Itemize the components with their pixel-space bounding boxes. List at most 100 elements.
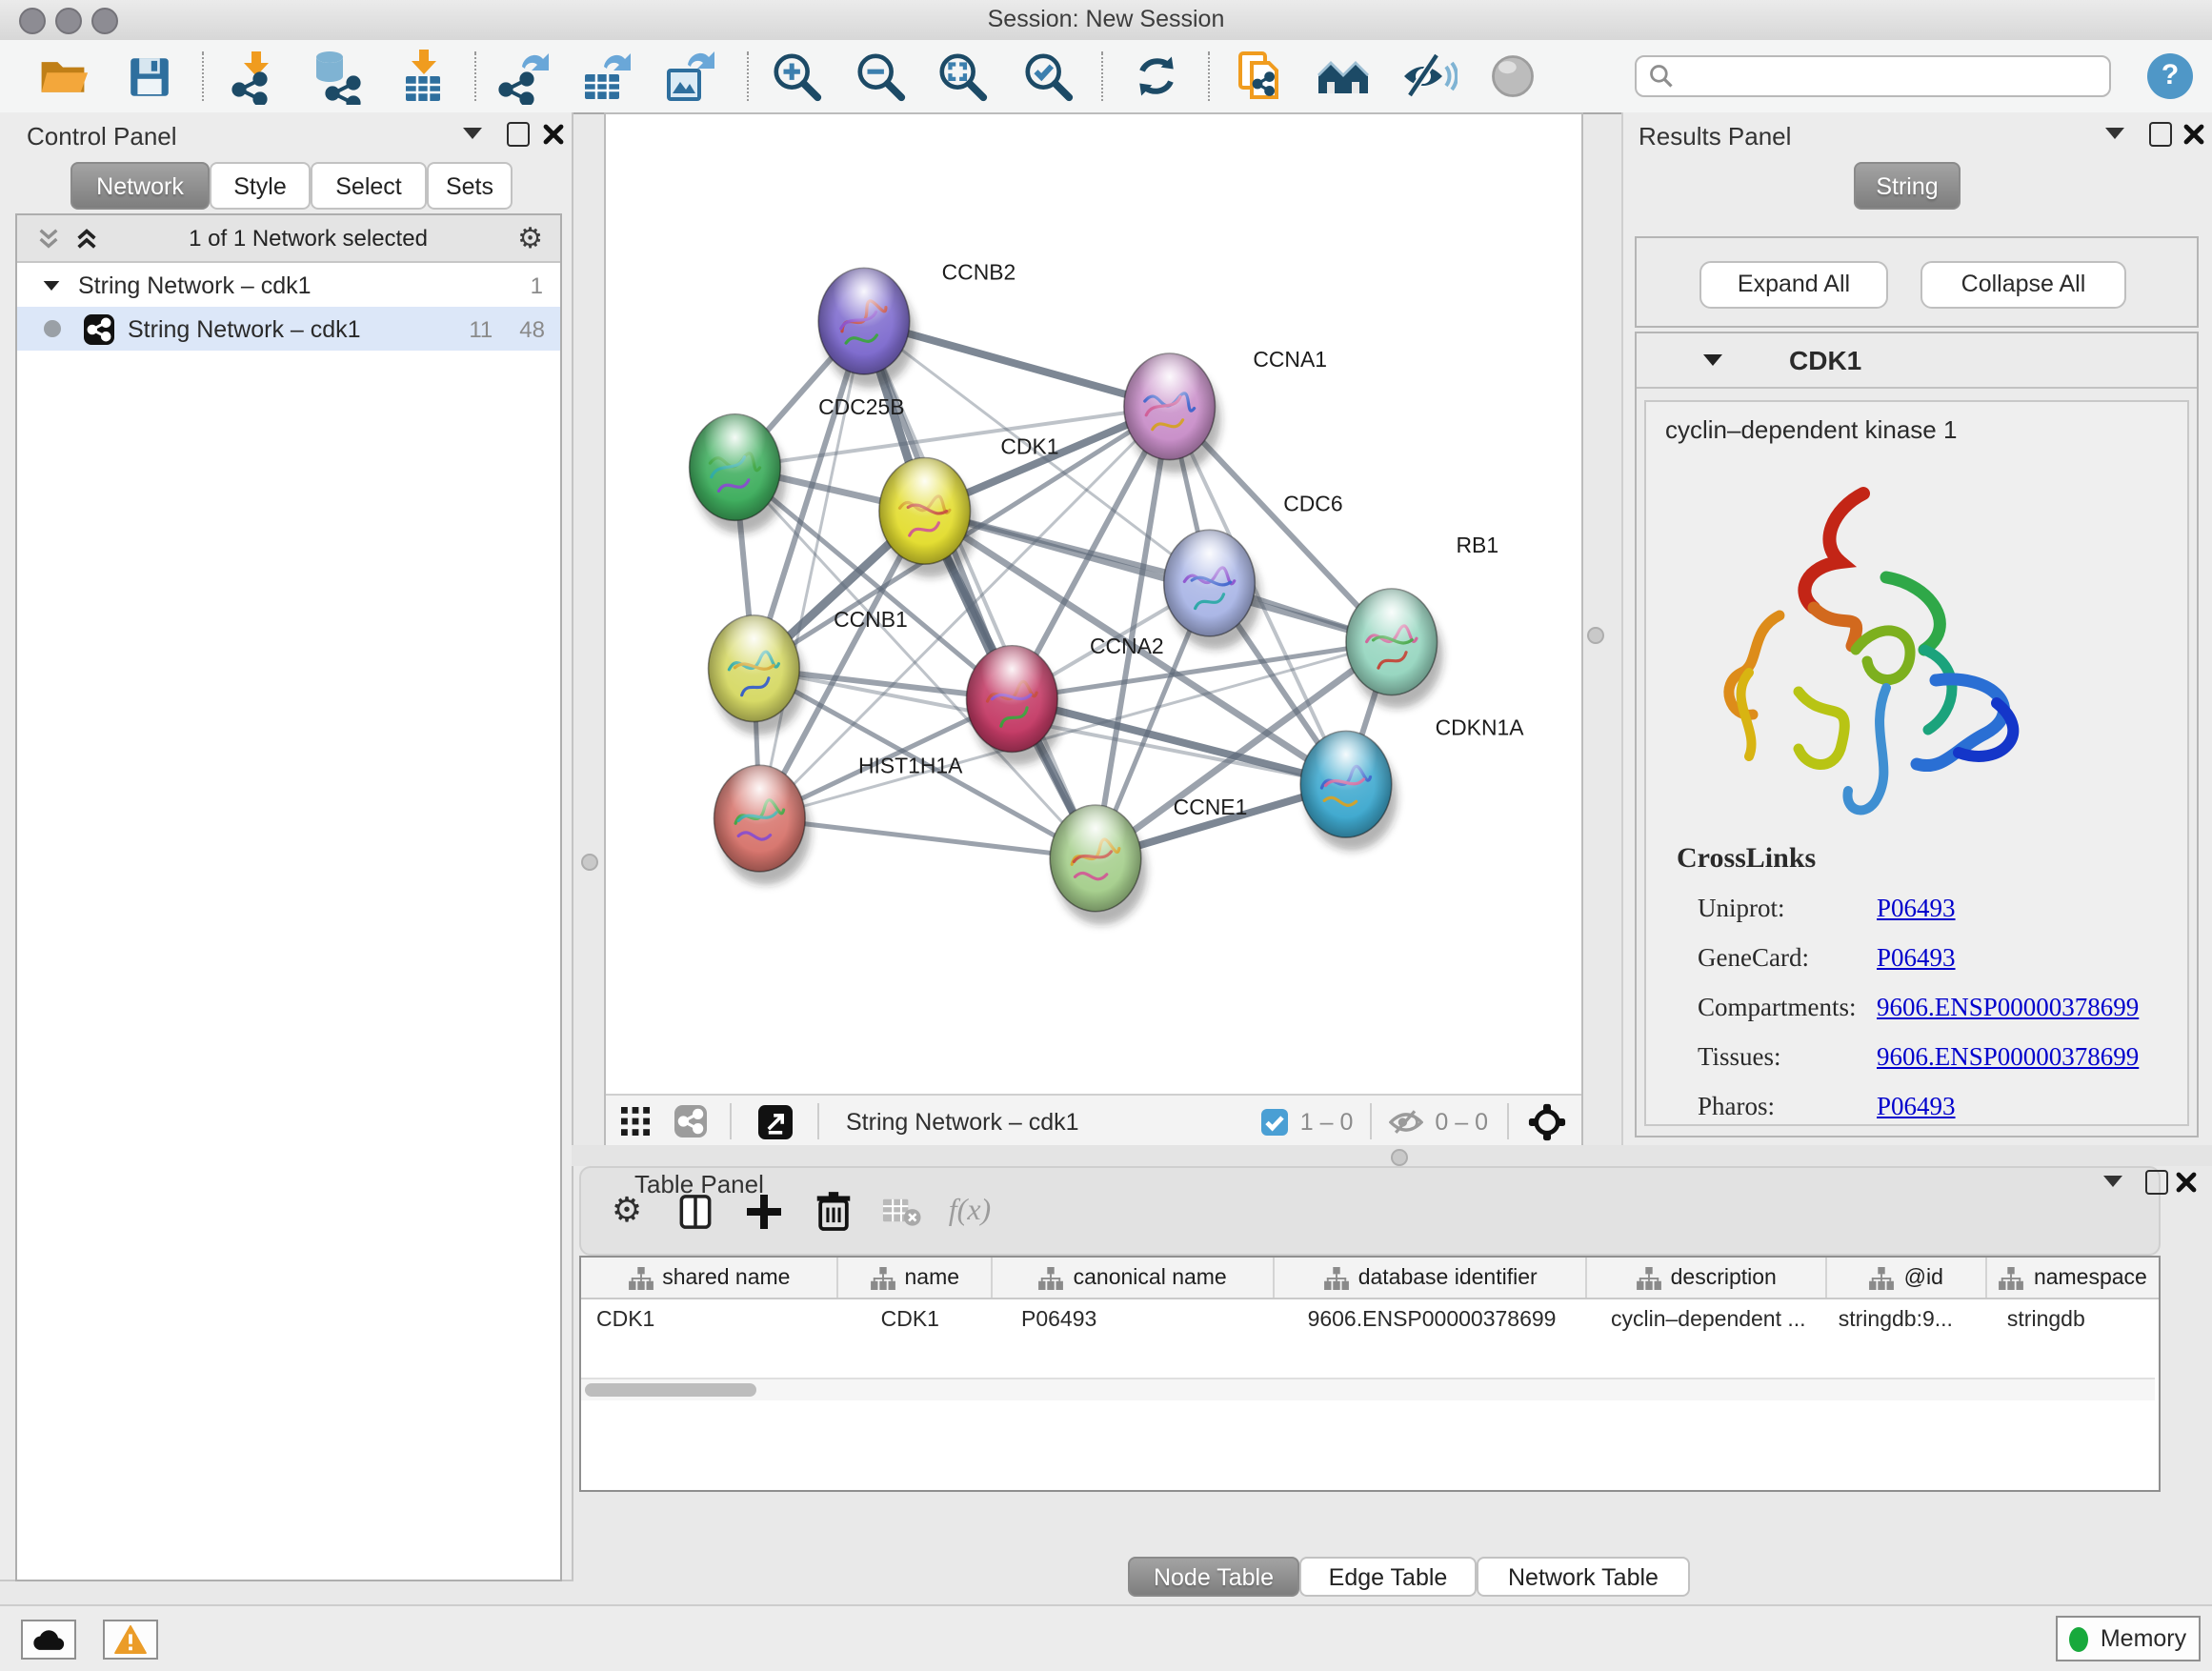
clone-network-button[interactable] [1231,46,1292,107]
zoom-window-button[interactable] [91,8,118,34]
section-collapse-icon[interactable] [1701,352,1724,368]
right-splitter-handle[interactable] [1587,627,1604,644]
import-network-database-button[interactable] [307,46,368,107]
tab-select[interactable]: Select [311,162,427,210]
network-node-CCNE1[interactable] [1050,805,1147,925]
show-graphics-details-button[interactable] [1482,46,1543,107]
scrollbar-thumb[interactable] [585,1383,756,1397]
column-header-shared-name[interactable]: shared name [581,1258,839,1298]
zoom-in-button[interactable] [766,46,827,107]
birdseye-grid-icon[interactable] [621,1107,650,1136]
open-session-button[interactable] [32,46,93,107]
results-panel-menu-icon[interactable] [2103,126,2126,141]
horizontal-splitter[interactable] [572,1145,2212,1166]
collapse-all-chevron-icon[interactable] [36,226,61,251]
table-panel-menu-icon[interactable] [2101,1174,2124,1189]
zoom-in-icon [769,49,824,104]
left-splitter-handle[interactable] [581,854,598,871]
control-panel-menu-icon[interactable] [461,126,484,141]
network-view: CCNB2CCNA1CDC25BCDK1CDC6RB1CCNB1CCNA2CDK… [604,112,1583,1145]
expand-all-chevron-icon[interactable] [74,226,99,251]
crosslink-compartments-link[interactable]: 9606.ENSP00000378699 [1877,993,2139,1023]
tab-network[interactable]: Network [70,162,210,210]
cloud-status-button[interactable] [21,1620,76,1660]
export-image-button[interactable] [657,46,718,107]
column-header-id[interactable]: @id [1827,1258,1988,1298]
network-node-CDK1[interactable] [879,458,976,578]
gene-section-box: CDK1 cyclin–dependent kinase 1 [1635,332,2199,1137]
gene-section-header[interactable]: CDK1 [1637,333,2197,389]
network-collection-row[interactable]: String Network – cdk1 1 [17,263,560,307]
zoom-fit-button[interactable] [932,46,993,107]
zoom-selected-button[interactable] [1017,46,1078,107]
export-network-button[interactable] [492,46,553,107]
control-panel-float-icon[interactable] [507,122,530,147]
save-session-button[interactable] [118,46,179,107]
network-canvas[interactable]: CCNB2CCNA1CDC25BCDK1CDC6RB1CCNB1CCNA2CDK… [606,114,1581,1094]
search-field[interactable] [1635,55,2111,97]
tab-network-table[interactable]: Network Table [1477,1557,1690,1597]
collection-count: 1 [531,272,543,298]
network-node-RB1[interactable] [1346,589,1443,709]
gear-icon[interactable]: ⚙ [517,224,543,252]
network-node-CDC25B[interactable] [690,414,787,534]
expand-all-button[interactable]: Expand All [1699,261,1888,309]
crosslink-genecard-link[interactable]: P06493 [1877,943,1956,974]
results-panel-float-icon[interactable] [2149,122,2172,147]
crosslink-label: Uniprot: [1698,894,1877,924]
zoom-out-button[interactable] [850,46,911,107]
column-header-description[interactable]: description [1588,1258,1827,1298]
toolbar-separator [202,51,204,101]
table-panel-close-icon[interactable] [2176,1172,2197,1193]
results-panel-close-icon[interactable] [2183,124,2204,145]
tab-edge-table[interactable]: Edge Table [1299,1557,1477,1597]
network-node-CCNA1[interactable] [1124,353,1221,473]
export-table-button[interactable] [573,46,634,107]
network-node-CCNA2[interactable] [967,646,1064,766]
refresh-view-button[interactable] [1126,46,1187,107]
crosslink-label: GeneCard: [1698,943,1877,974]
node-label-CCNB1: CCNB1 [834,607,908,632]
table-row[interactable]: CDK1 CDK1 P06493 9606.ENSP00000378699 cy… [581,1299,2159,1339]
tab-sets[interactable]: Sets [427,162,513,210]
tree-expand-icon[interactable] [42,277,61,292]
column-header-database-identifier[interactable]: database identifier [1275,1258,1587,1298]
crosslink-tissues-link[interactable]: 9606.ENSP00000378699 [1877,1042,2139,1073]
first-neighbors-button[interactable] [1313,46,1374,107]
tab-style[interactable]: Style [210,162,311,210]
delete-column-icon[interactable] [798,1191,867,1231]
network-row-selected[interactable]: String Network – cdk1 11 48 [17,307,560,351]
tab-string[interactable]: String [1854,162,1961,210]
column-header-name[interactable]: name [839,1258,993,1298]
network-edge-CCNA1-HIST1H1A[interactable] [759,407,1169,818]
control-panel-close-icon[interactable] [543,124,564,145]
import-network-file-button[interactable] [225,46,286,107]
column-header-namespace[interactable]: namespace [1988,1258,2159,1298]
horizontal-splitter-handle[interactable] [1391,1149,1408,1166]
network-node-CDKN1A[interactable] [1300,731,1398,851]
houses-icon [1315,48,1372,105]
selected-checkbox-icon[interactable] [1262,1108,1289,1135]
tab-node-table[interactable]: Node Table [1128,1557,1299,1597]
table-panel-float-icon[interactable] [2145,1170,2168,1195]
help-button[interactable]: ? [2147,53,2193,99]
hidden-eye-icon[interactable] [1389,1108,1423,1135]
network-node-CCNB2[interactable] [818,268,915,388]
warning-status-button[interactable] [103,1620,158,1660]
open-in-window-icon[interactable] [758,1104,793,1138]
crosslink-uniprot-link[interactable]: P06493 [1877,894,1956,924]
cell-id: stringdb:9... [1827,1308,1988,1331]
column-header-canonical-name[interactable]: canonical name [993,1258,1276,1298]
string-style-icon[interactable] [674,1105,707,1137]
crosslink-pharos-link[interactable]: P06493 [1877,1092,1956,1122]
cloud-icon [31,1628,66,1651]
horizontal-scrollbar[interactable] [581,1378,2155,1400]
hide-selected-button[interactable] [1398,46,1459,107]
close-window-button[interactable] [18,8,45,34]
minimize-window-button[interactable] [55,8,82,34]
collapse-all-button[interactable]: Collapse All [1920,261,2126,309]
memory-button[interactable]: Memory [2056,1616,2201,1661]
import-table-file-button[interactable] [392,46,453,107]
network-node-CDC6[interactable] [1164,530,1261,650]
birdseye-toggle-icon[interactable] [1528,1102,1566,1140]
